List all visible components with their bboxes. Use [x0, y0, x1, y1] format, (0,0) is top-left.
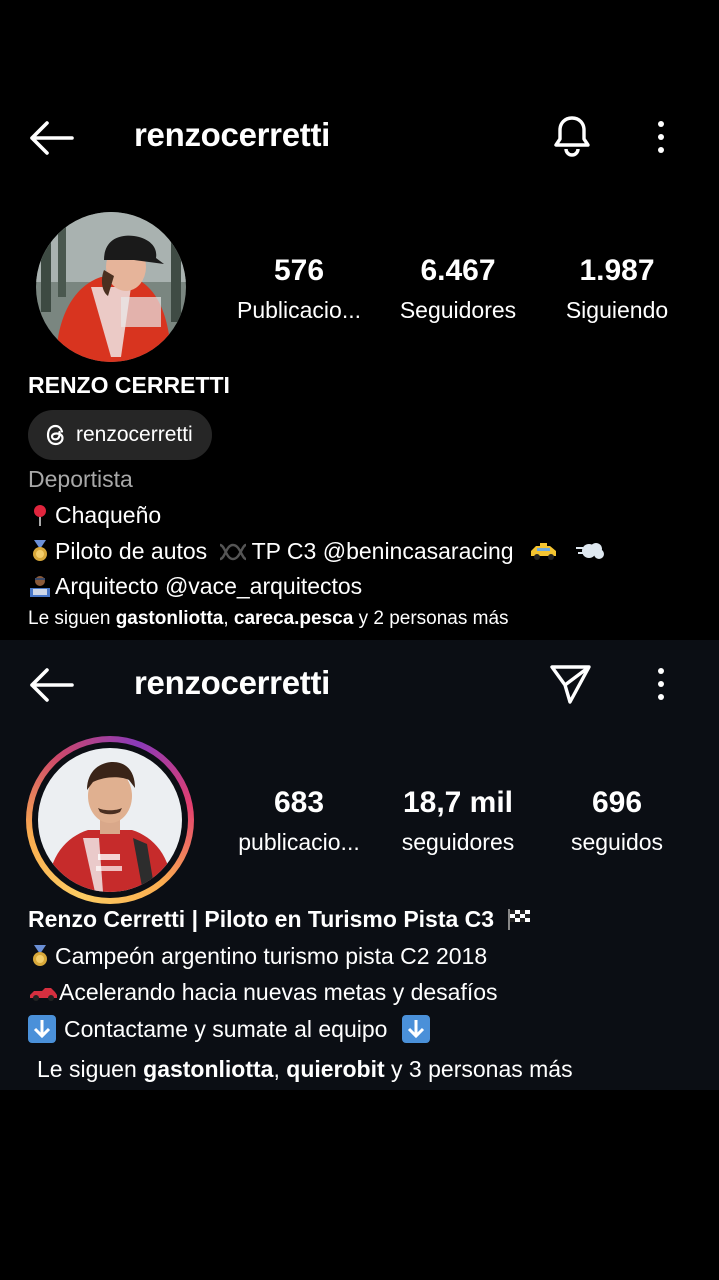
stat-posts[interactable]: 683 publicacio...	[224, 786, 374, 856]
bio-line-1-text: Chaqueño	[55, 502, 162, 528]
architect-icon	[30, 576, 50, 597]
bio-line-1: Campeón argentino turismo pista C2 2018	[28, 943, 487, 970]
followed-by-prefix: Le siguen	[37, 1056, 144, 1082]
bell-icon[interactable]	[551, 114, 593, 158]
send-message-icon[interactable]	[548, 662, 592, 706]
race-car-icon	[30, 988, 57, 1001]
category-label: Deportista	[28, 466, 133, 492]
bio-line-2: Piloto de autos TP C3 @benincasaracing	[28, 538, 610, 565]
story-ring-avatar[interactable]	[26, 736, 194, 904]
bio-line-2-text: Acelerando hacia nuevas metas y desafíos	[59, 979, 498, 1005]
display-name: RENZO CERRETTI	[28, 372, 230, 398]
followers-label: Seguidores	[399, 297, 517, 323]
threads-badge[interactable]: renzocerretti	[28, 410, 212, 460]
followed-by-sep: ,	[273, 1056, 287, 1082]
profile-avatar[interactable]	[36, 212, 186, 362]
stat-following[interactable]: 1.987 Siguiendo	[542, 254, 692, 324]
followed-by-suffix: y 3 personas más	[384, 1056, 573, 1082]
posts-count: 683	[273, 786, 325, 819]
bio-line-3-text: Arquitecto @vace_arquitectos	[55, 573, 363, 599]
profile-panel-top: renzocerretti 576 Publicacio... 6.467 Se…	[0, 0, 719, 640]
more-options-icon[interactable]	[653, 120, 669, 154]
followed-by-suffix: y 2 personas más	[353, 608, 509, 629]
bio-line-1: Chaqueño	[28, 502, 161, 529]
stat-posts[interactable]: 576 Publicacio...	[224, 254, 374, 324]
back-arrow-icon[interactable]	[28, 667, 74, 703]
follower-link-2[interactable]: careca.pesca	[234, 608, 353, 629]
checkered-flag-icon	[508, 909, 531, 930]
following-count: 696	[591, 786, 643, 819]
followed-by-sep: ,	[223, 608, 234, 629]
avatar-photo	[36, 212, 186, 362]
followed-by-prefix: Le siguen	[28, 608, 116, 629]
down-arrow-icon	[28, 1015, 56, 1043]
medal-icon	[33, 540, 47, 561]
posts-label: Publicacio...	[236, 297, 361, 323]
avatar-photo	[38, 748, 182, 892]
bio-line-2-text-a: Piloto de autos	[55, 538, 208, 564]
bio-line-3: Contactame y sumate al equipo	[28, 1015, 433, 1043]
medal-icon	[33, 945, 47, 966]
following-label: Siguiendo	[565, 297, 669, 323]
follower-link-2[interactable]: quierobit	[286, 1056, 384, 1082]
down-arrow-icon	[401, 1015, 430, 1043]
pin-icon	[34, 505, 46, 526]
bio-line-3-text: Contactame y sumate al equipo	[64, 1016, 388, 1042]
taxi-icon	[530, 543, 556, 560]
threads-icon	[46, 424, 64, 446]
followed-by[interactable]: Le siguen gastonliotta, quierobit y 3 pe…	[37, 1056, 573, 1083]
followed-by[interactable]: Le siguen gastonliotta, careca.pesca y 2…	[28, 608, 509, 630]
follower-link-1[interactable]: gastonliotta	[143, 1056, 273, 1082]
following-count: 1.987	[579, 254, 655, 287]
display-name-text: Renzo Cerretti | Piloto en Turismo Pista…	[28, 906, 495, 932]
dash-cloud-icon	[576, 543, 605, 559]
back-arrow-icon[interactable]	[28, 120, 74, 156]
following-label: seguidos	[570, 829, 664, 855]
more-options-icon[interactable]	[653, 667, 669, 701]
stat-followers[interactable]: 6.467 Seguidores	[383, 254, 533, 324]
follower-link-1[interactable]: gastonliotta	[116, 608, 224, 629]
bio-line-2: Acelerando hacia nuevas metas y desafíos	[28, 979, 498, 1006]
followers-count: 18,7 mil	[402, 786, 514, 819]
bio-line-2-text-b: TP C3 @benincasaracing	[251, 538, 514, 564]
loop-icon	[219, 543, 247, 561]
followers-label: seguidores	[401, 829, 515, 855]
bio-line-1-text: Campeón argentino turismo pista C2 2018	[55, 943, 488, 969]
posts-count: 576	[273, 254, 325, 287]
posts-label: publicacio...	[238, 829, 360, 855]
bio-line-3: Arquitecto @vace_arquitectos	[28, 573, 362, 600]
profile-username: renzocerretti	[134, 116, 331, 153]
stat-followers[interactable]: 18,7 mil seguidores	[383, 786, 533, 856]
stat-following[interactable]: 696 seguidos	[542, 786, 692, 856]
profile-username: renzocerretti	[134, 664, 331, 701]
profile-panel-bottom: renzocerretti 683 publicacio... 18,7 mil…	[0, 640, 719, 1090]
display-name: Renzo Cerretti | Piloto en Turismo Pista…	[28, 906, 535, 933]
followers-count: 6.467	[420, 254, 496, 287]
threads-handle: renzocerretti	[76, 423, 193, 446]
